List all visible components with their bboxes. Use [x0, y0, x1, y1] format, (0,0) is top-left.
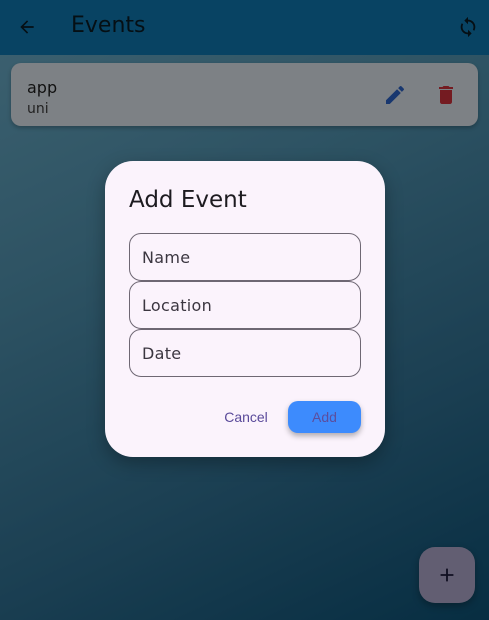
name-field: [129, 233, 361, 281]
date-input[interactable]: [130, 330, 360, 376]
location-input[interactable]: [130, 282, 360, 328]
add-button[interactable]: Add: [288, 401, 361, 433]
date-field: [129, 329, 361, 377]
add-event-dialog: Add Event Cancel Add: [105, 161, 385, 457]
location-field: [129, 281, 361, 329]
dialog-title: Add Event: [129, 187, 247, 213]
name-input[interactable]: [130, 234, 360, 280]
cancel-button[interactable]: Cancel: [213, 401, 279, 433]
